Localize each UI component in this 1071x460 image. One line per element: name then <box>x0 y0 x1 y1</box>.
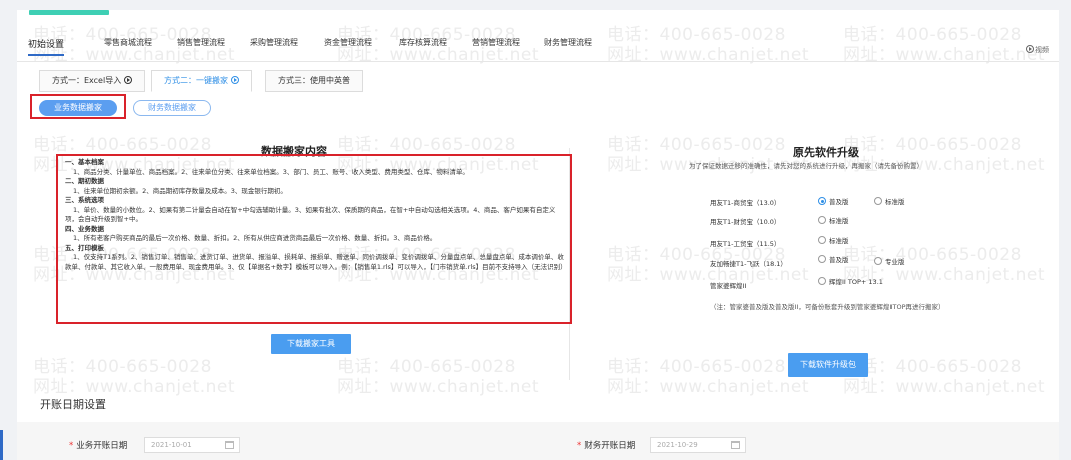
opening-date-band: * 业务开账日期 2021-10-01 * 财务开账日期 2021-10-29 <box>17 422 1059 460</box>
video-link[interactable]: 视频 <box>1026 45 1049 55</box>
radio-option[interactable]: 辉煌II TOP+ 13.1 <box>818 276 883 286</box>
heading-business-data: 四、业务数据 <box>65 224 104 233</box>
required-mark: * <box>69 441 74 451</box>
tab-initial-setup[interactable]: 初始设置 <box>28 37 65 56</box>
radio-label: 标准版 <box>829 217 849 225</box>
migration-title: 数据搬家内容 <box>261 145 327 158</box>
tab-method-one-click-label: 方式二：一键搬家 <box>164 76 228 85</box>
tab-finance[interactable]: 财务管理流程 <box>544 37 592 48</box>
tab-sales[interactable]: 销售管理流程 <box>177 37 225 48</box>
watermark-phone: 电话：400-665-0028 <box>607 135 786 155</box>
business-date-field: * 业务开账日期 2021-10-01 <box>69 437 240 453</box>
watermark-site: 网址：www.chanjet.net <box>337 377 540 397</box>
finance-date-label: 财务开账日期 <box>584 441 636 451</box>
business-migration-pill[interactable]: 业务数据搬家 <box>39 100 117 116</box>
radio-icon <box>874 197 882 205</box>
finance-date-value: 2021-10-29 <box>657 441 698 449</box>
required-mark: * <box>577 441 582 451</box>
finance-date-field: * 财务开账日期 2021-10-29 <box>577 437 746 453</box>
product-name: 用友T1-财贸宝（10.0） <box>710 218 781 226</box>
migration-content: 一、基本档案 1、商品分类、计量单位、商品档案。2、往来单位分类、往来单位档案。… <box>65 158 567 272</box>
download-migration-tool-button[interactable]: 下载搬家工具 <box>271 334 351 354</box>
radio-option[interactable]: 普及版 <box>818 254 849 264</box>
play-circle-icon <box>231 76 239 84</box>
watermark-phone: 电话：400-665-0028 <box>843 357 1022 377</box>
heading-system-options: 三、系统选项 <box>65 196 104 204</box>
radio-label: 标准版 <box>885 198 905 206</box>
heading-print-templates: 五、打印模板 <box>65 243 104 252</box>
watermark-site: 网址：www.chanjet.net <box>843 377 1046 397</box>
tab-method-one-click[interactable]: 方式二：一键搬家 <box>151 70 252 92</box>
text-opening-data: 1、往来单位期初余额。2、商品期初库存数量及成本。3、现金银行期初。 <box>73 186 287 195</box>
radio-icon <box>818 255 826 263</box>
tab-marketing[interactable]: 营销管理流程 <box>472 37 520 48</box>
text-system-options: 1、单价、数量的小数位。2、如果有第二计量会自动在智+中勾选辅助计量。3、如果有… <box>65 205 556 224</box>
radio-icon <box>818 236 826 244</box>
watermark-site: 网址：www.chanjet.net <box>607 377 810 397</box>
tab-funds[interactable]: 资金管理流程 <box>324 37 372 48</box>
upgrade-note: （注：管家婆普及版及普及版II，可备份账套升级到管家婆辉煌ⅡTOP再进行搬家） <box>710 303 945 311</box>
top-accent-bar <box>29 10 109 15</box>
watermark-phone: 电话：400-665-0028 <box>843 135 1022 155</box>
business-date-label: 业务开账日期 <box>76 441 128 451</box>
radio-option[interactable]: 标准版 <box>818 235 849 245</box>
play-icon <box>1026 45 1034 53</box>
product-name: 管家婆辉煌II <box>710 282 747 290</box>
text-business-data: 1、所有老客户购买商品的最后一次价格、数量、折扣。2、所有从供应商进货商品最后一… <box>73 234 437 242</box>
radio-option[interactable]: 标准版 <box>874 196 905 206</box>
radio-option[interactable]: 标准版 <box>818 215 849 225</box>
watermark-phone: 电话：400-665-0028 <box>607 357 786 377</box>
product-name: 用友T1-工贸宝（11.5） <box>710 240 781 248</box>
radio-label: 辉煌II TOP+ 13.1 <box>829 278 883 286</box>
text-basic-records: 1、商品分类、计量单位、商品档案。2、往来单位分类、往来单位档案。3、部门、员工… <box>73 167 469 176</box>
tab-method-excel[interactable]: 方式一：Excel导入 <box>39 70 146 92</box>
heading-basic-records: 一、基本档案 <box>65 158 104 166</box>
upgrade-subtitle: 为了保证数据迁移的准确性，请先对您的系统进行升级，再搬家（请先备份购置） <box>689 162 923 170</box>
radio-label: 普及版 <box>829 256 849 264</box>
tab-retail-mall[interactable]: 零售商城流程 <box>104 37 152 48</box>
calendar-icon[interactable] <box>731 441 740 449</box>
radio-option[interactable]: 专业版 <box>874 256 905 266</box>
radio-checked-icon <box>818 197 826 205</box>
watermark-site: 网址：www.chanjet.net <box>33 377 236 397</box>
process-tab-bar: 初始设置 零售商城流程 销售管理流程 采购管理流程 资金管理流程 库存核算流程 … <box>17 32 1059 62</box>
upgrade-title: 原先软件升级 <box>793 146 859 159</box>
finance-date-input[interactable]: 2021-10-29 <box>650 437 746 453</box>
radio-option[interactable]: 普及版 <box>818 196 849 206</box>
video-link-label: 视频 <box>1035 46 1049 54</box>
product-name: 用友T1-商贸宝（13.0） <box>710 199 781 207</box>
calendar-icon[interactable] <box>225 441 234 449</box>
play-circle-icon <box>124 76 133 84</box>
main-panel: 电话：400-665-0028 网址：www.chanjet.net 电话：40… <box>17 10 1059 460</box>
radio-icon <box>818 277 826 285</box>
tab-method-third[interactable]: 方式三：使用中英普 <box>265 70 363 92</box>
radio-icon <box>818 216 826 224</box>
watermark-phone: 电话：400-665-0028 <box>843 245 1022 265</box>
radio-label: 专业版 <box>885 258 905 266</box>
tab-purchase[interactable]: 采购管理流程 <box>250 37 298 48</box>
watermark-phone: 电话：400-665-0028 <box>337 135 516 155</box>
section-divider <box>569 148 570 380</box>
tab-inventory[interactable]: 库存核算流程 <box>399 37 447 48</box>
tab-method-excel-label: 方式一：Excel导入 <box>52 76 122 85</box>
download-upgrade-package-button[interactable]: 下载软件升级包 <box>788 353 868 377</box>
product-name: 友加畅捷T1-飞跃（18.1） <box>710 260 787 268</box>
text-print-templates: 1、仅支持T1系列。2、销售订单、销售单、进货订单、进货单、报溢单、损耗单、报损… <box>65 253 567 271</box>
heading-opening-data: 二、期初数据 <box>65 177 104 185</box>
left-edge-accent <box>0 430 3 460</box>
business-date-value: 2021-10-01 <box>151 441 192 449</box>
watermark-phone: 电话：400-665-0028 <box>33 135 212 155</box>
radio-label: 普及版 <box>829 198 849 206</box>
business-date-input[interactable]: 2021-10-01 <box>144 437 240 453</box>
opening-date-title: 开账日期设置 <box>40 398 106 411</box>
finance-migration-pill[interactable]: 财务数据搬家 <box>133 100 211 116</box>
watermark-phone: 电话：400-665-0028 <box>337 357 516 377</box>
radio-label: 标准版 <box>829 237 849 245</box>
radio-icon <box>874 257 882 265</box>
watermark-phone: 电话：400-665-0028 <box>33 357 212 377</box>
